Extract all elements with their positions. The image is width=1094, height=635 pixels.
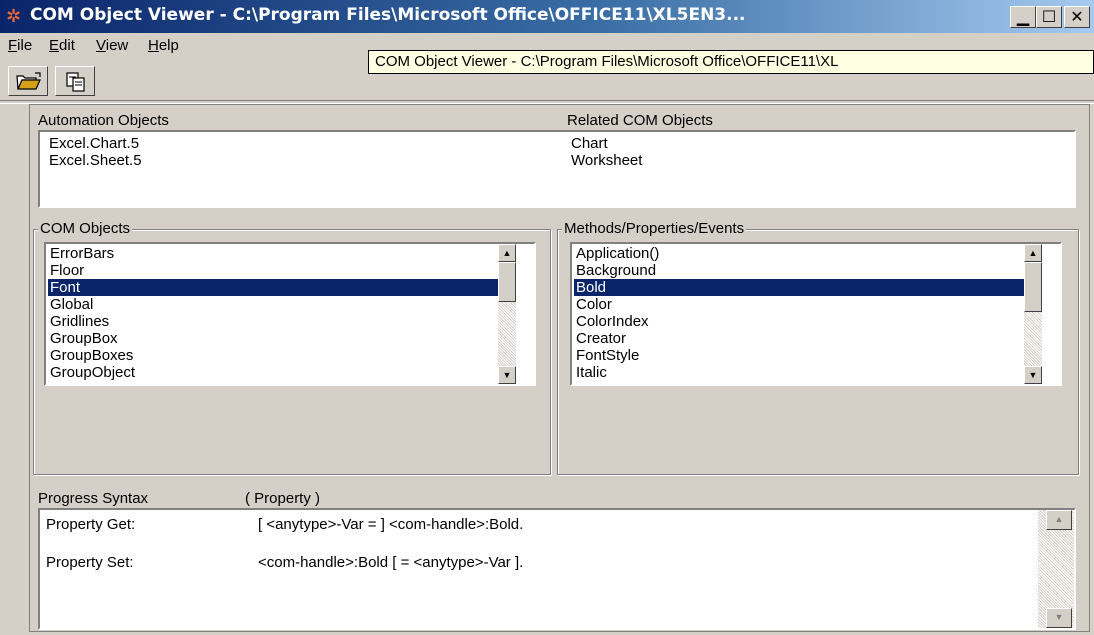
arrow-up-icon: ▲ — [502, 248, 512, 258]
list-item[interactable]: Global — [48, 296, 498, 313]
progress-syntax-label: Progress Syntax — [38, 490, 149, 507]
com-object-viewer-window: ✲ COM Object Viewer - C:\Program Files\M… — [0, 0, 1094, 635]
scroll-thumb[interactable] — [498, 262, 516, 302]
arrow-down-icon: ▼ — [502, 370, 512, 380]
automation-objects-list[interactable]: Excel.Chart.5 Chart Excel.Sheet.5 Worksh… — [38, 130, 1076, 208]
list-item[interactable]: FontStyle — [574, 347, 1024, 364]
open-folder-icon — [16, 72, 41, 90]
menu-file[interactable]: File — [8, 37, 32, 54]
arrow-up-icon: ▲ — [1028, 248, 1038, 258]
list-item[interactable]: GroupObject — [48, 364, 498, 381]
related-row[interactable]: Worksheet — [569, 152, 642, 169]
minimize-button[interactable]: ▁ — [1010, 6, 1036, 28]
list-item[interactable]: Gridlines — [48, 313, 498, 330]
list-item[interactable]: Creator — [574, 330, 1024, 347]
arrow-down-icon: ▼ — [1028, 370, 1038, 380]
scroll-up-button[interactable]: ▲ — [1046, 510, 1072, 530]
members-legend: Methods/Properties/Events — [562, 220, 747, 237]
list-item[interactable]: Application() — [574, 245, 1024, 262]
syntax-kind-label: ( Property ) — [245, 490, 321, 507]
members-scrollbar[interactable]: ▲ ▼ — [1024, 244, 1042, 384]
syntax-scrollbar[interactable]: ▲ ▼ — [1038, 510, 1074, 628]
scroll-up-button[interactable]: ▲ — [1024, 244, 1042, 262]
scroll-down-button[interactable]: ▼ — [498, 366, 516, 384]
list-item[interactable]: ColorIndex — [574, 313, 1024, 330]
maximize-icon: ☐ — [1041, 7, 1057, 26]
minimize-icon: ▁ — [1016, 7, 1030, 26]
property-get-value: [ <anytype>-Var = ] <com-handle>:Bold. — [258, 516, 524, 533]
list-item[interactable]: Color — [574, 296, 1024, 313]
property-set-label: Property Set: — [46, 554, 134, 571]
scroll-up-button[interactable]: ▲ — [498, 244, 516, 262]
related-com-objects-header: Related COM Objects — [567, 112, 713, 129]
related-row[interactable]: Chart — [569, 135, 608, 152]
list-item[interactable]: Floor — [48, 262, 498, 279]
close-button[interactable]: ✕ — [1064, 6, 1090, 28]
title-bar[interactable]: ✲ COM Object Viewer - C:\Program Files\M… — [0, 0, 1094, 33]
menu-help[interactable]: Help — [148, 37, 179, 54]
arrow-down-icon: ▼ — [1054, 612, 1064, 622]
members-list[interactable]: Application() Background Bold Color Colo… — [570, 242, 1062, 386]
window-title: COM Object Viewer - C:\Program Files\Mic… — [30, 5, 746, 25]
menu-edit[interactable]: Edit — [49, 37, 75, 54]
syntax-textbox[interactable]: Property Get: [ <anytype>-Var = ] <com-h… — [38, 508, 1076, 630]
scroll-down-button[interactable]: ▼ — [1046, 608, 1072, 628]
scroll-thumb[interactable] — [1024, 262, 1042, 312]
arrow-up-icon: ▲ — [1054, 514, 1064, 524]
com-objects-scrollbar[interactable]: ▲ ▼ — [498, 244, 516, 384]
title-tooltip: COM Object Viewer - C:\Program Files\Mic… — [368, 50, 1094, 74]
close-icon: ✕ — [1070, 7, 1084, 26]
property-get-label: Property Get: — [46, 516, 136, 533]
property-set-value: <com-handle>:Bold [ = <anytype>-Var ]. — [258, 554, 524, 571]
automation-row[interactable]: Excel.Sheet.5 — [47, 152, 142, 169]
list-item-selected[interactable]: Font — [48, 279, 498, 296]
copy-icon — [66, 72, 85, 92]
list-item[interactable]: Italic — [574, 364, 1024, 381]
list-item[interactable]: ErrorBars — [48, 245, 498, 262]
list-item-selected[interactable]: Bold — [574, 279, 1024, 296]
list-item[interactable]: GroupBoxes — [48, 347, 498, 364]
maximize-button[interactable]: ☐ — [1036, 6, 1062, 28]
scroll-down-button[interactable]: ▼ — [1024, 366, 1042, 384]
menu-view[interactable]: View — [96, 37, 128, 54]
list-item[interactable]: Background — [574, 262, 1024, 279]
automation-objects-header: Automation Objects — [38, 112, 169, 129]
copy-button[interactable] — [55, 66, 95, 96]
com-objects-list[interactable]: ErrorBars Floor Font Global Gridlines Gr… — [44, 242, 536, 386]
list-item[interactable]: GroupBox — [48, 330, 498, 347]
open-button[interactable] — [8, 66, 48, 96]
com-objects-legend: COM Objects — [38, 220, 133, 237]
app-icon[interactable]: ✲ — [6, 6, 26, 26]
automation-row[interactable]: Excel.Chart.5 — [47, 135, 139, 152]
